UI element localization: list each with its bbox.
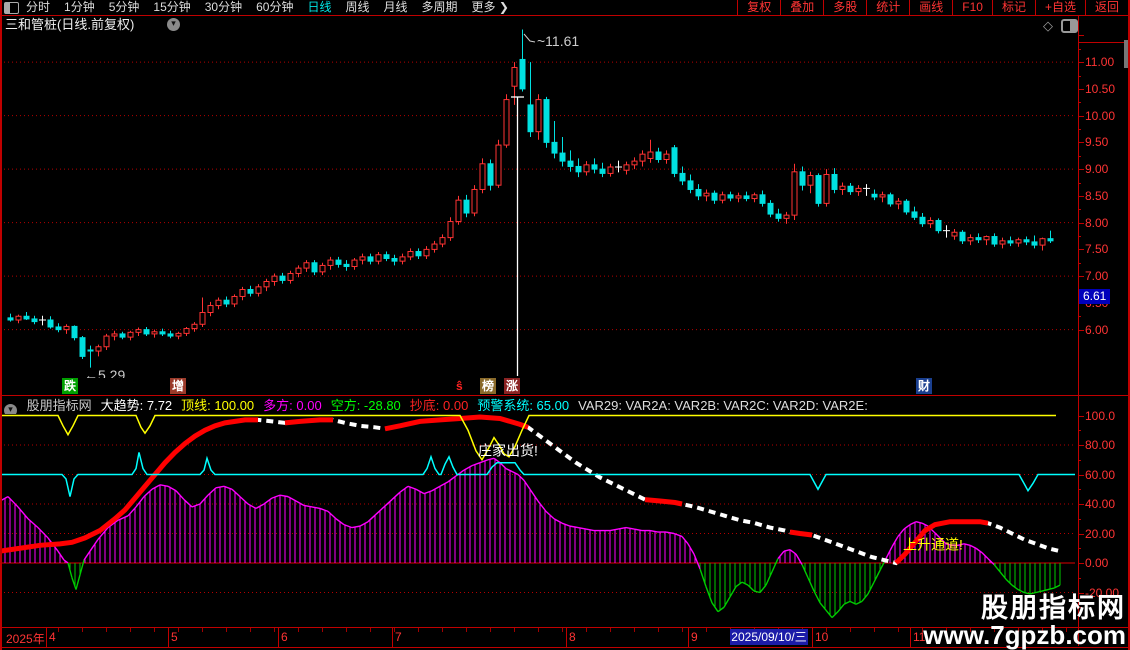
- high-annotation: ~11.61: [537, 33, 579, 49]
- low-annotation: ←5.29: [84, 367, 125, 378]
- trend-line-red: [385, 417, 528, 429]
- indicator-chart-svg: 庄家出货! 上升通道!: [0, 410, 1078, 627]
- watermark: 股朋指标网 www.7gpzb.com: [923, 595, 1126, 648]
- trend-line-red: [0, 420, 258, 551]
- month-divider: [46, 628, 47, 647]
- action-button[interactable]: 返回: [1085, 0, 1129, 15]
- axis-frame: [1078, 16, 1079, 646]
- indicator-value-label: 80.00: [1085, 438, 1115, 452]
- action-button[interactable]: 标记: [992, 0, 1035, 15]
- date-highlight: 2025/09/10/三: [730, 629, 808, 645]
- price-label: 8.00: [1085, 216, 1108, 230]
- price-label: 7.00: [1085, 269, 1108, 283]
- event-marker: 增: [170, 378, 186, 394]
- period-tab[interactable]: 周线: [345, 0, 369, 15]
- year-label: 2025年: [6, 630, 45, 647]
- price-label: 6.00: [1085, 323, 1108, 337]
- oscillator-hatch: [0, 459, 1060, 615]
- indicator-annotation: 上升通道!: [903, 537, 963, 553]
- alert-line: [0, 452, 1075, 496]
- price-label: 11.00: [1085, 55, 1114, 69]
- price-label: 9.50: [1085, 135, 1108, 149]
- indicator-value-label: 20.00: [1085, 527, 1115, 541]
- site-name: 股朋指标网: [923, 595, 1126, 622]
- price-label: 8.50: [1085, 189, 1108, 203]
- month-label: 9: [691, 630, 698, 644]
- event-marker: 涨: [504, 378, 520, 394]
- action-button[interactable]: F10: [952, 0, 992, 15]
- month-divider: [392, 628, 393, 647]
- month-label: 4: [49, 630, 56, 644]
- month-label: 10: [815, 630, 828, 644]
- divider: [0, 395, 1130, 396]
- indicator-value-label: 100.0: [1085, 409, 1115, 423]
- indicator-value-label: 40.00: [1085, 497, 1115, 511]
- window-border-left: [0, 0, 2, 650]
- month-label: 7: [395, 630, 402, 644]
- month-divider: [566, 628, 567, 647]
- site-url: www.7gpzb.com: [923, 622, 1126, 648]
- period-tab[interactable]: 15分钟: [153, 0, 190, 15]
- month-divider: [168, 628, 169, 647]
- price-label: 7.50: [1085, 242, 1108, 256]
- layout-split-icon[interactable]: [4, 2, 19, 14]
- candlestick-series: [8, 30, 1053, 368]
- month-divider: [278, 628, 279, 647]
- period-tab[interactable]: 更多 ❯: [472, 0, 509, 15]
- month-divider: [812, 628, 813, 647]
- app-window: 分时 1分钟 5分钟 15分钟 30分钟 60分钟日线周线月线多周期更多 ❯ 复权叠加多股…: [0, 0, 1130, 650]
- current-price-badge: 6.61: [1079, 289, 1110, 304]
- event-marker: ŝ: [454, 378, 465, 394]
- price-axis: 11.00 10.50 10.00 9.50 9.00 8.50 8.00 7.50 7.00 6…: [1078, 16, 1130, 647]
- trend-line-red: [285, 420, 333, 423]
- period-tab[interactable]: 60分钟: [256, 0, 293, 15]
- period-tab[interactable]: 5分钟: [109, 0, 140, 15]
- period-tab[interactable]: 30分钟: [205, 0, 242, 15]
- trend-line-red: [645, 500, 682, 504]
- action-button[interactable]: 统计: [866, 0, 909, 15]
- action-button[interactable]: 复权: [737, 0, 780, 15]
- action-button[interactable]: +自选: [1035, 0, 1085, 15]
- indicator-value-label: 60.00: [1085, 468, 1115, 482]
- month-label: 5: [171, 630, 178, 644]
- month-label: 6: [281, 630, 288, 644]
- trend-line-red: [790, 532, 812, 535]
- indicator-annotation: 庄家出货!: [478, 442, 538, 458]
- indicator-value-label: 0.00: [1085, 556, 1108, 570]
- price-label: 10.50: [1085, 82, 1115, 96]
- period-tabbar: 分时 1分钟 5分钟 15分钟 30分钟 60分钟日线周线月线多周期更多 ❯ 复权叠加多股…: [0, 0, 1130, 15]
- action-button[interactable]: 画线: [909, 0, 952, 15]
- period-tab[interactable]: 分时: [26, 0, 50, 15]
- month-divider: [910, 628, 911, 647]
- action-button[interactable]: 多股: [823, 0, 866, 15]
- month-label: 8: [569, 630, 576, 644]
- main-chart-svg: ~11.61 ←5.29: [0, 28, 1078, 378]
- price-label: 9.00: [1085, 162, 1108, 176]
- period-tab[interactable]: 1分钟: [64, 0, 95, 15]
- month-divider: [688, 628, 689, 647]
- period-tab[interactable]: 月线: [384, 0, 408, 15]
- period-tab[interactable]: 日线: [307, 0, 331, 15]
- event-marker: 跌: [62, 378, 78, 394]
- price-label: 10.00: [1085, 109, 1115, 123]
- scrollbar-thumb[interactable]: [1124, 40, 1128, 68]
- period-tab[interactable]: 多周期: [422, 0, 458, 15]
- event-marker: 财: [916, 378, 932, 394]
- axis-frame-top: [1078, 42, 1130, 43]
- action-button[interactable]: 叠加: [780, 0, 823, 15]
- event-marker: 榜: [480, 378, 496, 394]
